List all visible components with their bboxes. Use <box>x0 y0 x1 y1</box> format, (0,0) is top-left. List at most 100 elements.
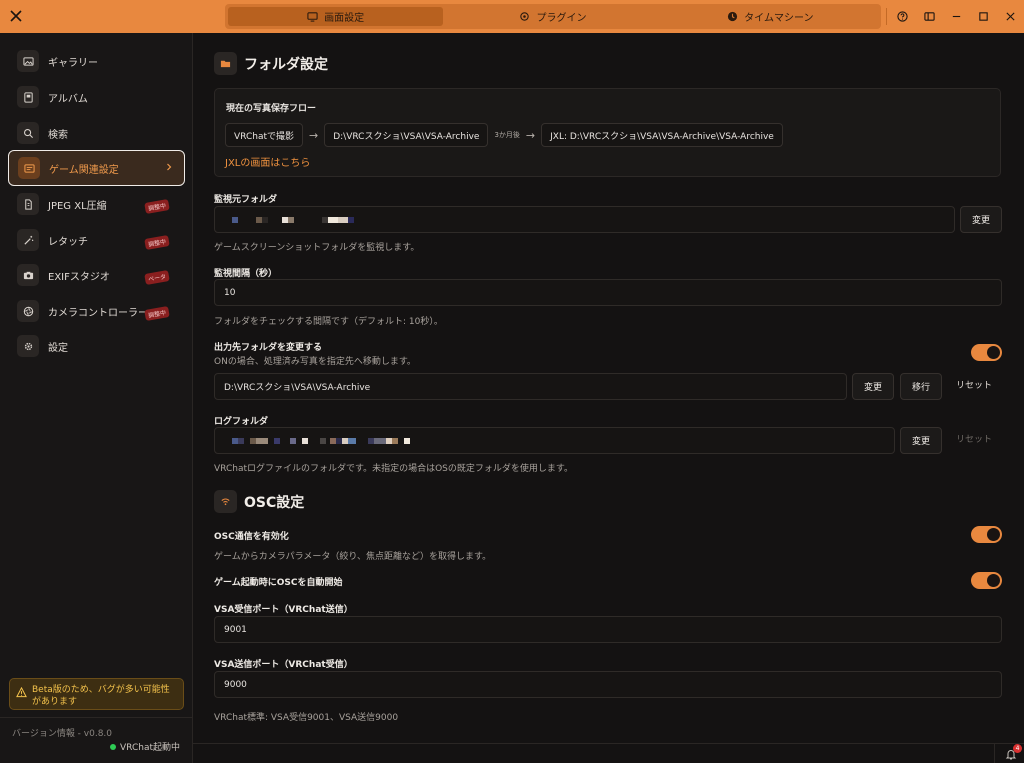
log-folder-input[interactable] <box>214 427 895 454</box>
icon-box <box>214 52 237 75</box>
osc-autostart-label: ゲーム起動時にOSCを自動開始 <box>214 578 343 588</box>
close-app-button[interactable] <box>6 6 26 26</box>
watch-folder-input[interactable] <box>214 206 955 233</box>
help-button[interactable] <box>889 0 916 33</box>
osc-enable-label: OSC通信を有効化 <box>214 532 289 542</box>
sidebar-item-label: 設定 <box>48 342 68 354</box>
sidebar-item-settings[interactable]: 設定 <box>8 328 185 364</box>
file-icon <box>24 198 32 210</box>
beta-notice: Beta版のため、バグが多い可能性があります <box>9 678 184 710</box>
icon-box <box>17 193 39 215</box>
output-folder-input[interactable]: D:\VRCスクショ\VSA\VSA-Archive <box>214 373 847 400</box>
flow-step-capture: VRChatで撮影 <box>225 123 303 147</box>
sidebar-item-game-settings[interactable]: ゲーム関連設定 <box>8 150 185 186</box>
watch-folder-label: 監視元フォルダ <box>214 195 278 205</box>
sidebar-item-jpeg-xl[interactable]: JPEG XL圧縮 調整中 <box>8 186 185 222</box>
send-port-input[interactable]: 9000 <box>214 671 1002 698</box>
tab-label: 画面設定 <box>324 13 365 24</box>
sidebar-item-retouch[interactable]: レタッチ 調整中 <box>8 222 185 258</box>
status-dot-icon <box>110 743 116 750</box>
title-bar: 画面設定 プラグイン タイムマシーン <box>0 0 1024 33</box>
sidebar-item-label: レタッチ <box>48 236 88 248</box>
warning-icon <box>16 687 27 698</box>
osc-port-note: VRChat標準: VSA受信9001、VSA送信9000 <box>214 713 399 723</box>
sidebar: ギャラリー アルバム 検索 ゲーム関連設定 JPEG XL圧縮 調整中 レタッチ… <box>0 33 193 763</box>
tab-label: タイムマシーン <box>744 13 814 24</box>
section-title: OSC設定 <box>244 494 305 511</box>
puzzle-icon <box>520 12 530 21</box>
game-icon <box>23 163 35 173</box>
status-badge: 調整中 <box>144 305 170 322</box>
minimize-button[interactable] <box>943 0 970 33</box>
sidebar-item-search[interactable]: 検索 <box>8 115 185 151</box>
log-folder-desc: VRChatログファイルのフォルダです。未指定の場合はOSの既定フォルダを使用し… <box>214 464 573 474</box>
output-folder-reset-button[interactable]: リセット <box>950 371 998 398</box>
main-content: フォルダ設定 現在の写真保存フロー VRChatで撮影 → D:\VRCスクショ… <box>193 33 1024 743</box>
log-folder-reset-button[interactable]: リセット <box>950 425 998 452</box>
sidebar-toggle-button[interactable] <box>916 0 943 33</box>
output-folder-desc: ONの場合、処理済み写真を指定先へ移動します。 <box>214 357 416 367</box>
log-folder-change-button[interactable]: 変更 <box>900 427 942 454</box>
icon-box <box>214 490 237 513</box>
recv-port-input[interactable]: 9001 <box>214 616 1002 643</box>
icon-box <box>17 300 39 322</box>
sidebar-item-label: アルバム <box>48 93 88 105</box>
icon-box <box>17 229 39 251</box>
interval-label: 監視間隔（秒） <box>214 269 278 279</box>
output-folder-move-button[interactable]: 移行 <box>900 373 942 400</box>
osc-autostart-toggle[interactable] <box>971 572 1002 589</box>
tab-plugins[interactable]: プラグイン <box>445 7 660 26</box>
section-title: フォルダ設定 <box>244 56 328 73</box>
output-folder-value: D:\VRCスクショ\VSA\VSA-Archive <box>224 383 371 393</box>
tab-label: プラグイン <box>536 13 587 24</box>
sidebar-item-gallery[interactable]: ギャラリー <box>8 43 185 79</box>
window-controls <box>889 0 1024 33</box>
osc-section-header: OSC設定 <box>214 490 304 513</box>
titlebar-divider <box>886 8 887 25</box>
sidebar-item-label: ギャラリー <box>48 57 98 69</box>
flow-title: 現在の写真保存フロー <box>226 104 317 114</box>
version-info[interactable]: バージョン情報 - v0.8.0 <box>12 726 112 739</box>
redacted-path <box>232 437 410 444</box>
icon-box <box>17 86 39 108</box>
monitor-icon <box>307 12 318 22</box>
close-window-button[interactable] <box>997 0 1024 33</box>
interval-input[interactable]: 10 <box>214 279 1002 306</box>
minimize-icon <box>952 15 961 18</box>
sidebar-item-label: 検索 <box>48 129 68 141</box>
chevron-right-icon <box>167 163 172 171</box>
osc-enable-toggle[interactable] <box>971 526 1002 543</box>
recv-port-label: VSA受信ポート（VRChat送信） <box>214 605 353 615</box>
aperture-icon <box>23 306 33 316</box>
output-folder-change-button[interactable]: 変更 <box>852 373 894 400</box>
maximize-button[interactable] <box>970 0 997 33</box>
folder-section-header: フォルダ設定 <box>214 52 328 75</box>
close-icon <box>1006 12 1015 21</box>
status-badge: 調整中 <box>144 234 170 251</box>
icon-box <box>17 122 39 144</box>
search-icon <box>23 128 33 138</box>
sidebar-item-exif-studio[interactable]: EXIFスタジオ ベータ <box>8 257 185 293</box>
gear-icon <box>24 342 32 350</box>
sidebar-item-label: ゲーム関連設定 <box>49 164 119 176</box>
image-icon <box>22 56 34 66</box>
send-port-value: 9000 <box>224 679 247 690</box>
tab-time-machine[interactable]: タイムマシーン <box>663 7 878 26</box>
sidebar-item-label: EXIFスタジオ <box>48 271 110 283</box>
close-icon <box>10 10 22 22</box>
sidebar-toggle-icon <box>924 12 935 21</box>
output-folder-toggle[interactable] <box>971 344 1002 361</box>
icon-box <box>17 264 39 286</box>
camera-icon <box>23 271 33 279</box>
sidebar-item-label: JPEG XL圧縮 <box>48 200 107 212</box>
jxl-screen-link[interactable]: JXLの画面はこちら <box>225 154 310 169</box>
sidebar-item-camera-controller[interactable]: カメラコントローラー 調整中 <box>8 293 185 329</box>
beta-notice-text: Beta版のため、バグが多い可能性があります <box>32 685 170 707</box>
log-folder-label: ログフォルダ <box>214 417 269 427</box>
sidebar-item-album[interactable]: アルバム <box>8 79 185 115</box>
status-badge: 調整中 <box>144 198 170 215</box>
recv-port-value: 9001 <box>224 624 247 635</box>
status-badge: ベータ <box>144 269 170 286</box>
tab-display-settings[interactable]: 画面設定 <box>228 7 444 26</box>
watch-folder-change-button[interactable]: 変更 <box>960 206 1002 233</box>
